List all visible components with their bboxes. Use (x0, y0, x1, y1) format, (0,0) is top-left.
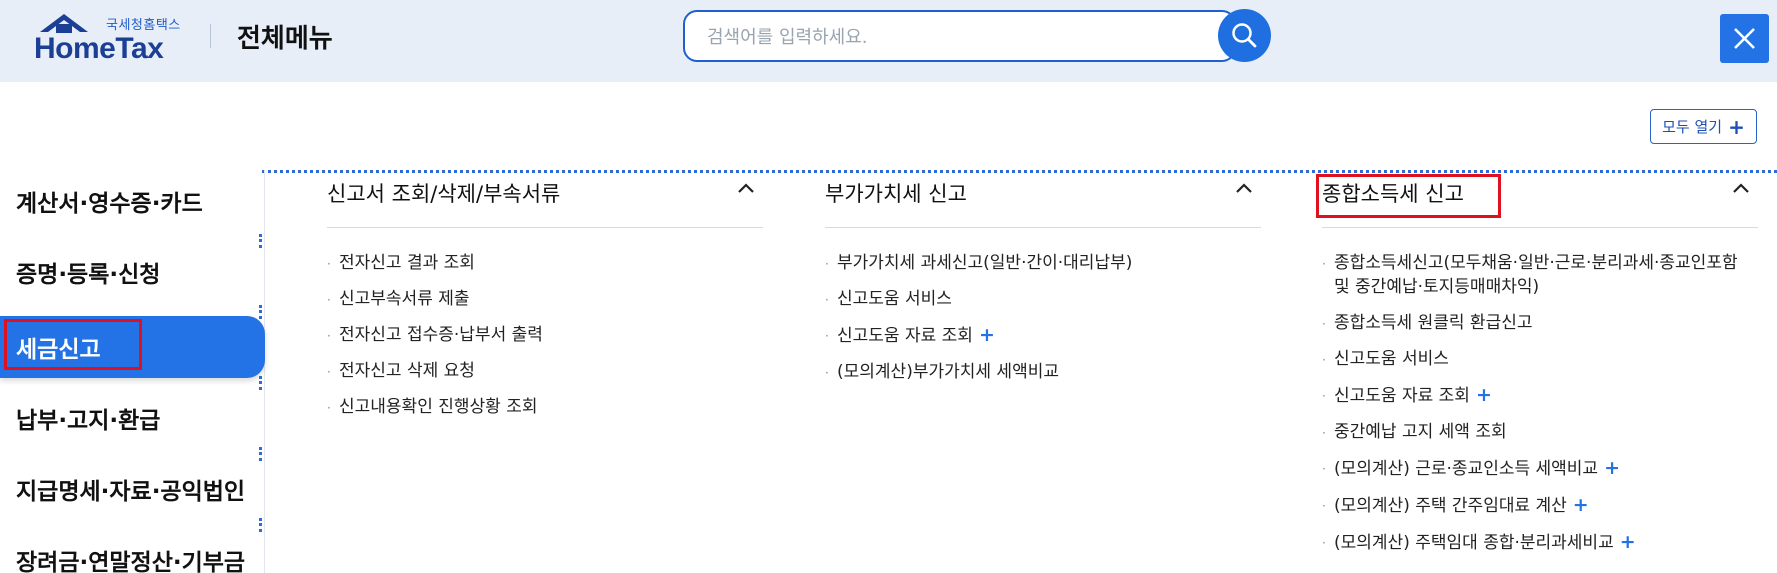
sidebar-item-label: 증명·등록·신청 (16, 262, 161, 288)
menu-item-label: 신고도움 자료 조회 (837, 326, 973, 346)
menu-item[interactable]: · 종합소득세신고(모두채움·일반·근로·분리과세·종교인포함 및 중간예납·토지… (1322, 251, 1758, 299)
menu-item-label: (모의계산)부가가치세 세액비교 (837, 362, 1059, 382)
menu-item[interactable]: · 신고부속서류 제출 (327, 287, 763, 311)
plus-icon[interactable]: + (1604, 457, 1620, 479)
logo-subtitle: 국세청홈택스 (106, 18, 181, 33)
menu-item[interactable]: · (모의계산) 근로·종교인소득 세액비교 + (1322, 456, 1758, 481)
chevron-up-icon[interactable] (737, 182, 755, 194)
sidebar-item-incentive[interactable]: 장려금·연말정산·기부금 (0, 529, 265, 573)
search-icon (1232, 23, 1257, 48)
sidebar-item-payment[interactable]: 납부·고지·환급 (0, 387, 265, 449)
sidebar-item-label: 지급명세·자료·공익법인 (16, 479, 246, 505)
menu-item[interactable]: · (모의계산)부가가치세 세액비교 (825, 360, 1261, 384)
close-button[interactable] (1720, 14, 1769, 63)
plus-icon: + (1728, 114, 1745, 139)
menu-item-label: (모의계산) 주택임대 종합·분리과세비교 (1334, 533, 1614, 553)
plus-icon[interactable]: + (1620, 531, 1636, 553)
menu-item[interactable]: · 부가가치세 과세신고(일반·간이·대리납부) (825, 251, 1261, 275)
sidebar-item-invoice[interactable]: 계산서·영수증·카드 (0, 170, 265, 232)
menu-item-label: 종합소득세 원클릭 환급신고 (1334, 313, 1533, 333)
search-box (683, 10, 1236, 62)
page-title: 전체메뉴 (237, 24, 333, 54)
sidebar-item-certificate[interactable]: 증명·등록·신청 (0, 241, 265, 303)
chevron-up-icon[interactable] (1732, 182, 1750, 194)
search-input[interactable] (707, 24, 1177, 50)
menu-item-label: 신고부속서류 제출 (339, 289, 470, 309)
expand-all-label: 모두 열기 (1662, 118, 1723, 136)
highlight-box (4, 319, 142, 370)
menu-list: · 부가가치세 과세신고(일반·간이·대리납부) · 신고도움 서비스 · 신고도움 … (825, 251, 1261, 384)
menu-list: · 종합소득세신고(모두채움·일반·근로·분리과세·종교인포함 및 중간예납·토지… (1322, 251, 1758, 555)
menu-item[interactable]: · 신고도움 서비스 (1322, 347, 1758, 371)
menu-item[interactable]: · 신고도움 자료 조회 + (1322, 383, 1758, 408)
sidebar: 계산서·영수증·카드 증명·등록·신청 세금신고 납부·고지·환급 지급명세·자… (0, 170, 265, 573)
menu-item-label: 전자신고 삭제 요청 (339, 361, 475, 381)
menu-item[interactable]: · 종합소득세 원클릭 환급신고 (1322, 311, 1758, 335)
menu-item-label: (모의계산) 주택 간주임대료 계산 (1334, 496, 1567, 516)
column-header[interactable]: 부가가치세 신고 (825, 172, 1261, 228)
menu-item[interactable]: · 신고도움 서비스 (825, 287, 1261, 311)
menu-item[interactable]: · 신고도움 자료 조회 + (825, 323, 1261, 348)
menu-item-label: 전자신고 결과 조회 (339, 253, 475, 273)
menu-item-label: 신고도움 서비스 (1334, 349, 1449, 369)
menu-item[interactable]: · (모의계산) 주택임대 종합·분리과세비교 + (1322, 530, 1758, 555)
logo-text: HomeTax (34, 32, 164, 65)
close-icon (1734, 28, 1755, 49)
menu-item[interactable]: · 신고내용확인 진행상황 조회 (327, 395, 763, 419)
header-divider (210, 24, 211, 48)
menu-item-label: 종합소득세신고(모두채움·일반·근로·분리과세·종교인포함 및 중간예납·토지등… (1334, 253, 1738, 297)
menu-item-label: 신고내용확인 진행상황 조회 (339, 397, 538, 417)
menu-column-vat: 부가가치세 신고 · 부가가치세 과세신고(일반·간이·대리납부) · 신고도움 서… (825, 172, 1261, 396)
menu-column-filing-lookup: 신고서 조회/삭제/부속서류 · 전자신고 결과 조회 · 신고부속서류 제출 · 전… (327, 172, 763, 431)
menu-item-label: (모의계산) 근로·종교인소득 세액비교 (1334, 459, 1599, 479)
sidebar-item-payment-statement[interactable]: 지급명세·자료·공익법인 (0, 458, 265, 520)
menu-item[interactable]: · 전자신고 삭제 요청 (327, 359, 763, 383)
column-title: 부가가치세 신고 (825, 182, 967, 206)
menu-item[interactable]: · 중간예납 고지 세액 조회 (1322, 420, 1758, 444)
menu-item[interactable]: · (모의계산) 주택 간주임대료 계산 + (1322, 493, 1758, 518)
column-header[interactable]: 신고서 조회/삭제/부속서류 (327, 172, 763, 228)
sidebar-item-label: 장려금·연말정산·기부금 (16, 550, 246, 573)
menu-list: · 전자신고 결과 조회 · 신고부속서류 제출 · 전자신고 접수증·납부서 출력 … (327, 251, 763, 419)
menu-item-label: 중간예납 고지 세액 조회 (1334, 422, 1507, 442)
menu-item[interactable]: · 전자신고 접수증·납부서 출력 (327, 323, 763, 347)
highlight-box (1316, 174, 1501, 218)
search-button[interactable] (1218, 9, 1271, 62)
expand-all-button[interactable]: 모두 열기 + (1650, 109, 1757, 144)
menu-column-income-tax: 종합소득세 신고 · 종합소득세신고(모두채움·일반·근로·분리과세·종교인포함 … (1322, 172, 1758, 567)
header: 국세청홈택스 HomeTax 전체메뉴 (0, 0, 1777, 82)
hometax-logo[interactable]: 국세청홈택스 HomeTax (34, 12, 184, 65)
chevron-up-icon[interactable] (1235, 182, 1253, 194)
menu-item-label: 전자신고 접수증·납부서 출력 (339, 325, 543, 345)
menu-item-label: 부가가치세 과세신고(일반·간이·대리납부) (837, 253, 1133, 273)
sidebar-scroll-marker (259, 305, 263, 319)
plus-icon[interactable]: + (1573, 494, 1589, 516)
column-title: 신고서 조회/삭제/부속서류 (327, 182, 561, 206)
sidebar-item-label: 납부·고지·환급 (16, 408, 161, 434)
plus-icon[interactable]: + (1476, 384, 1492, 406)
sidebar-item-label: 계산서·영수증·카드 (16, 191, 203, 217)
menu-item[interactable]: · 전자신고 결과 조회 (327, 251, 763, 275)
menu-item-label: 신고도움 자료 조회 (1334, 386, 1470, 406)
menu-item-label: 신고도움 서비스 (837, 289, 952, 309)
plus-icon[interactable]: + (979, 324, 995, 346)
